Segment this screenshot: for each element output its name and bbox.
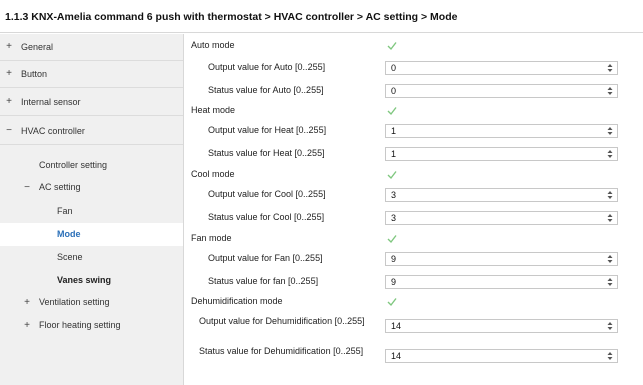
sidebar-item-button[interactable]: + Button xyxy=(0,61,183,88)
number-spinbox[interactable]: 14 xyxy=(385,349,618,363)
sidebar-item-floor-heating-setting[interactable]: + Floor heating setting xyxy=(0,314,183,337)
expand-icon[interactable]: + xyxy=(4,34,14,60)
number-spinbox[interactable]: 9 xyxy=(385,252,618,266)
check-icon xyxy=(387,171,397,180)
param-label: Heat mode xyxy=(191,105,236,115)
sidebar-item-label: Controller setting xyxy=(39,160,108,170)
number-spinbox[interactable]: 1 xyxy=(385,147,618,161)
sidebar-item-label: Fan xyxy=(57,206,73,216)
param-label: Status value for Auto [0..255] xyxy=(208,85,324,95)
spinbox-value: 0 xyxy=(391,86,397,96)
check-icon xyxy=(387,298,397,307)
checkbox[interactable] xyxy=(387,41,397,51)
spinner-arrows-icon[interactable] xyxy=(607,254,613,264)
sidebar-item-hvac-controller[interactable]: − HVAC controller xyxy=(0,118,183,145)
sidebar-item-vanes-swing[interactable]: Vanes swing xyxy=(0,269,183,292)
expand-icon[interactable]: + xyxy=(4,89,14,115)
page-title: 1.1.3 KNX-Amelia command 6 push with the… xyxy=(0,0,643,33)
param-label: Status value for Cool [0..255] xyxy=(208,212,325,222)
param-label: Status value for Heat [0..255] xyxy=(208,148,325,158)
expand-icon[interactable]: + xyxy=(22,291,32,314)
sidebar-item-label: Button xyxy=(21,69,48,79)
number-spinbox[interactable]: 14 xyxy=(385,319,618,333)
sidebar-item-label: Vanes swing xyxy=(57,275,112,285)
sidebar-item-label: AC setting xyxy=(39,182,81,192)
check-icon xyxy=(387,42,397,51)
spinbox-value: 1 xyxy=(391,126,397,136)
spinner-arrows-icon[interactable] xyxy=(607,149,613,159)
sidebar-item-mode[interactable]: Mode xyxy=(0,223,183,246)
spinner-arrows-icon[interactable] xyxy=(607,190,613,200)
number-spinbox[interactable]: 0 xyxy=(385,61,618,75)
param-label: Output value for Heat [0..255] xyxy=(208,125,327,135)
spinbox-value: 3 xyxy=(391,190,397,200)
number-spinbox[interactable]: 1 xyxy=(385,124,618,138)
checkbox[interactable] xyxy=(387,234,397,244)
param-label: Output value for Fan [0..255] xyxy=(208,253,323,263)
expand-icon[interactable]: + xyxy=(4,61,14,87)
checkbox[interactable] xyxy=(387,170,397,180)
number-spinbox[interactable]: 9 xyxy=(385,275,618,289)
spinbox-value: 1 xyxy=(391,149,397,159)
checkbox[interactable] xyxy=(387,106,397,116)
number-spinbox[interactable]: 0 xyxy=(385,84,618,98)
spinbox-value: 3 xyxy=(391,213,397,223)
spinner-arrows-icon[interactable] xyxy=(607,351,613,361)
param-label: Cool mode xyxy=(191,169,235,179)
check-icon xyxy=(387,107,397,116)
param-label: Status value for fan [0..255] xyxy=(208,276,319,286)
sidebar-item-label: Floor heating setting xyxy=(39,320,121,330)
sidebar-item-scene[interactable]: Scene xyxy=(0,246,183,269)
check-icon xyxy=(387,235,397,244)
sidebar-item-internal-sensor[interactable]: + Internal sensor xyxy=(0,89,183,116)
sidebar: + General + Button + Internal sensor − H… xyxy=(0,34,184,385)
sidebar-item-ventilation-setting[interactable]: + Ventilation setting xyxy=(0,291,183,314)
spinbox-value: 14 xyxy=(391,351,402,361)
param-label: Output value for Dehumidification [0..25… xyxy=(199,316,365,326)
collapse-icon[interactable]: − xyxy=(22,176,32,199)
spinner-arrows-icon[interactable] xyxy=(607,321,613,331)
param-label: Output value for Cool [0..255] xyxy=(208,189,326,199)
sidebar-item-label: Ventilation setting xyxy=(39,297,110,307)
param-label: Status value for Dehumidification [0..25… xyxy=(199,346,364,356)
number-spinbox[interactable]: 3 xyxy=(385,211,618,225)
checkbox[interactable] xyxy=(387,297,397,307)
spinner-arrows-icon[interactable] xyxy=(607,126,613,136)
param-label: Dehumidification mode xyxy=(191,296,283,306)
sidebar-item-label: HVAC controller xyxy=(21,126,85,136)
sidebar-item-fan[interactable]: Fan xyxy=(0,200,183,223)
sidebar-item-label: Scene xyxy=(57,252,83,262)
parameter-panel: Auto mode Output value for Auto [0..255]… xyxy=(184,34,643,385)
spinbox-value: 9 xyxy=(391,254,397,264)
spinner-arrows-icon[interactable] xyxy=(607,213,613,223)
spinner-arrows-icon[interactable] xyxy=(607,86,613,96)
number-spinbox[interactable]: 3 xyxy=(385,188,618,202)
sidebar-item-controller-setting[interactable]: Controller setting xyxy=(0,154,183,177)
param-label: Auto mode xyxy=(191,40,235,50)
param-label: Output value for Auto [0..255] xyxy=(208,62,326,72)
spinner-arrows-icon[interactable] xyxy=(607,63,613,73)
sidebar-item-label: General xyxy=(21,42,54,52)
sidebar-item-label: Internal sensor xyxy=(21,97,81,107)
spinner-arrows-icon[interactable] xyxy=(607,277,613,287)
spinbox-value: 0 xyxy=(391,63,397,73)
collapse-icon[interactable]: − xyxy=(4,118,14,144)
spinbox-value: 9 xyxy=(391,277,397,287)
sidebar-item-label: Mode xyxy=(57,229,81,239)
expand-icon[interactable]: + xyxy=(22,314,32,337)
spinbox-value: 14 xyxy=(391,321,402,331)
sidebar-item-general[interactable]: + General xyxy=(0,34,183,61)
param-label: Fan mode xyxy=(191,233,232,243)
sidebar-item-ac-setting[interactable]: − AC setting xyxy=(0,176,183,199)
